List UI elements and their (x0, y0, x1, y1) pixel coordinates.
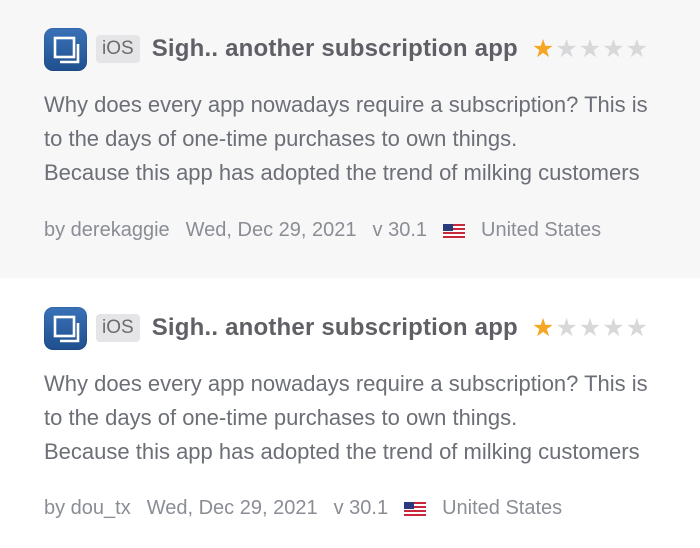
review-card: iOS Sigh.. another subscription app ★ ★ … (0, 278, 700, 548)
star-filled-icon: ★ (531, 34, 555, 63)
platform-badge: iOS (96, 314, 140, 342)
star-empty-icon: ★ (602, 34, 625, 63)
review-country: United States (481, 219, 602, 241)
app-version: v 30.1 (333, 497, 389, 519)
review-title[interactable]: Sigh.. another subscription app (152, 314, 518, 342)
review-author[interactable]: by dou_tx (44, 497, 131, 520)
review-date: Wed, Dec 29, 2021 (185, 219, 357, 241)
star-rating: ★ ★ ★ ★ ★ (531, 34, 649, 63)
star-rating: ★ ★ ★ ★ ★ (531, 313, 649, 342)
star-empty-icon: ★ (555, 34, 578, 63)
review-body-line: Because this app has adopted the trend o… (44, 160, 640, 185)
review-header: iOS Sigh.. another subscription app ★ ★ … (44, 27, 649, 71)
review-body-line: to the days of one-time purchases to own… (44, 405, 518, 430)
star-empty-icon: ★ (625, 313, 649, 342)
review-body-line: Why does every app nowadays require a su… (44, 92, 648, 117)
app-icon[interactable] (44, 27, 87, 71)
app-icon[interactable] (44, 306, 87, 350)
review-country: United States (442, 497, 563, 519)
star-empty-icon: ★ (578, 313, 602, 342)
review-title[interactable]: Sigh.. another subscription app (152, 35, 518, 63)
review-body: Why does every app nowadays require a su… (44, 88, 700, 190)
platform-badge: iOS (96, 35, 140, 63)
review-body-line: Because this app has adopted the trend o… (44, 439, 640, 464)
review-body-line: to the days of one-time purchases to own… (44, 126, 518, 151)
app-version: v 30.1 (372, 219, 427, 241)
review-body: Why does every app nowadays require a su… (44, 367, 700, 469)
review-author[interactable]: by derekaggie (44, 219, 170, 242)
review-meta: by derekaggie Wed, Dec 29, 2021 v 30.1 U… (44, 219, 617, 242)
review-card: iOS Sigh.. another subscription app ★ ★ … (0, 0, 700, 278)
star-empty-icon: ★ (578, 34, 602, 63)
us-flag-icon (443, 223, 465, 238)
review-date: Wed, Dec 29, 2021 (146, 497, 318, 519)
review-header: iOS Sigh.. another subscription app ★ ★ … (44, 306, 649, 350)
us-flag-icon (404, 501, 427, 516)
review-body-line: Why does every app nowadays require a su… (44, 371, 648, 396)
star-filled-icon: ★ (531, 313, 555, 342)
review-meta: by dou_tx Wed, Dec 29, 2021 v 30.1 Unite… (44, 497, 578, 520)
star-empty-icon: ★ (602, 313, 625, 342)
star-empty-icon: ★ (625, 34, 649, 63)
star-empty-icon: ★ (555, 313, 578, 342)
